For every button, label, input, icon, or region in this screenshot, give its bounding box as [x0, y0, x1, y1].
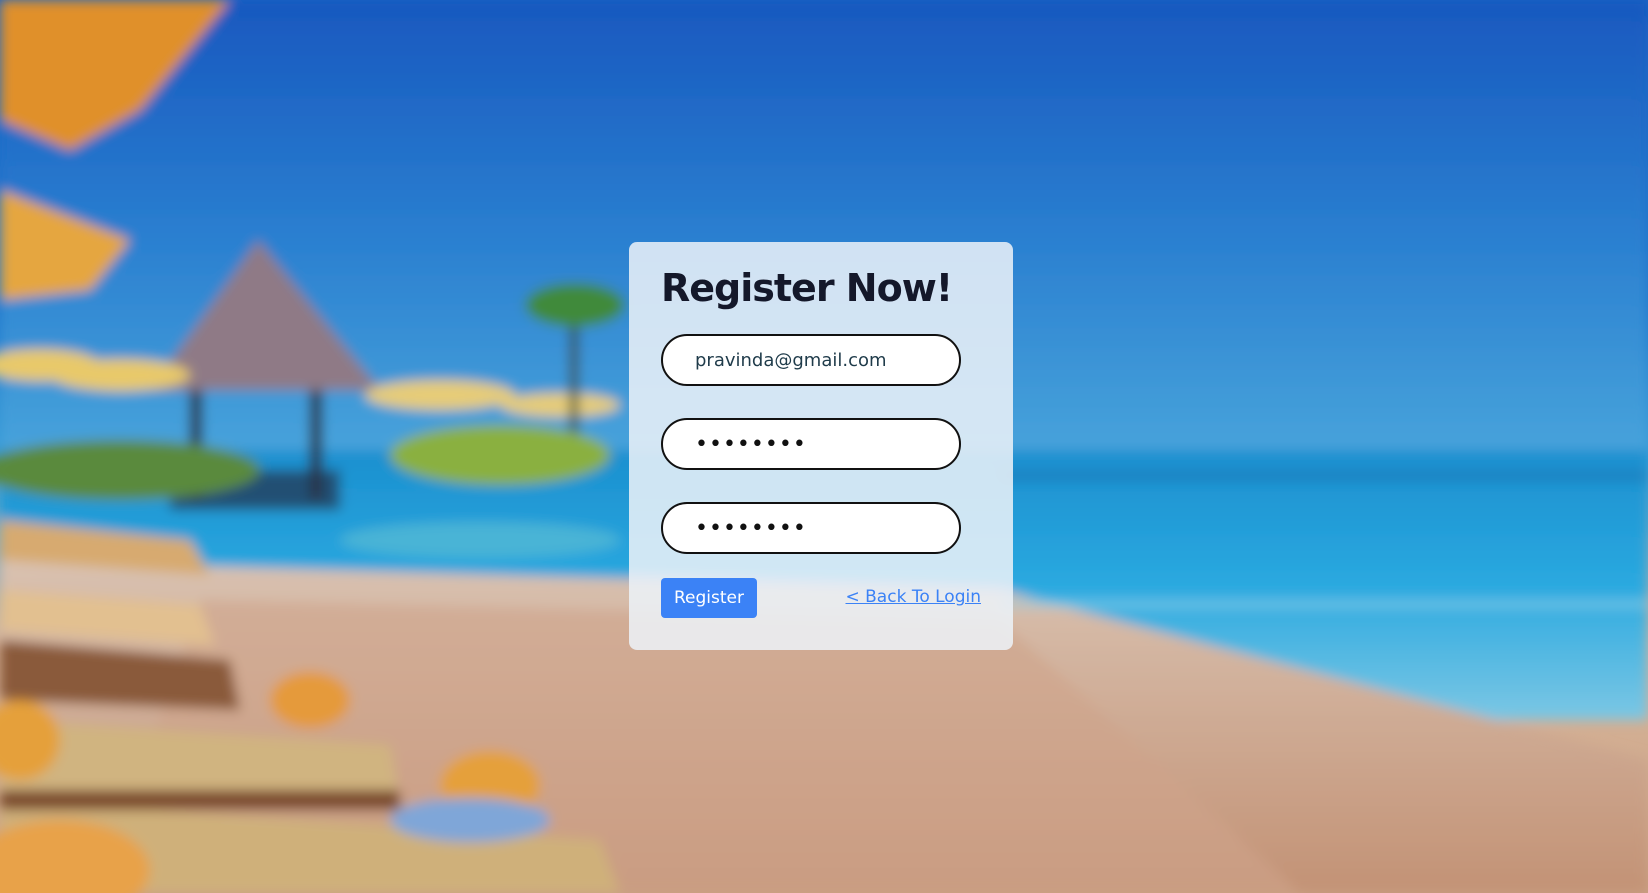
- register-card: Register Now! Register < Back To Login: [629, 242, 1013, 650]
- page-title: Register Now!: [661, 266, 953, 310]
- back-to-login-link[interactable]: < Back To Login: [846, 587, 982, 607]
- email-field[interactable]: [661, 334, 961, 386]
- confirm-password-field[interactable]: [661, 502, 961, 554]
- register-button[interactable]: Register: [661, 578, 757, 618]
- password-field[interactable]: [661, 418, 961, 470]
